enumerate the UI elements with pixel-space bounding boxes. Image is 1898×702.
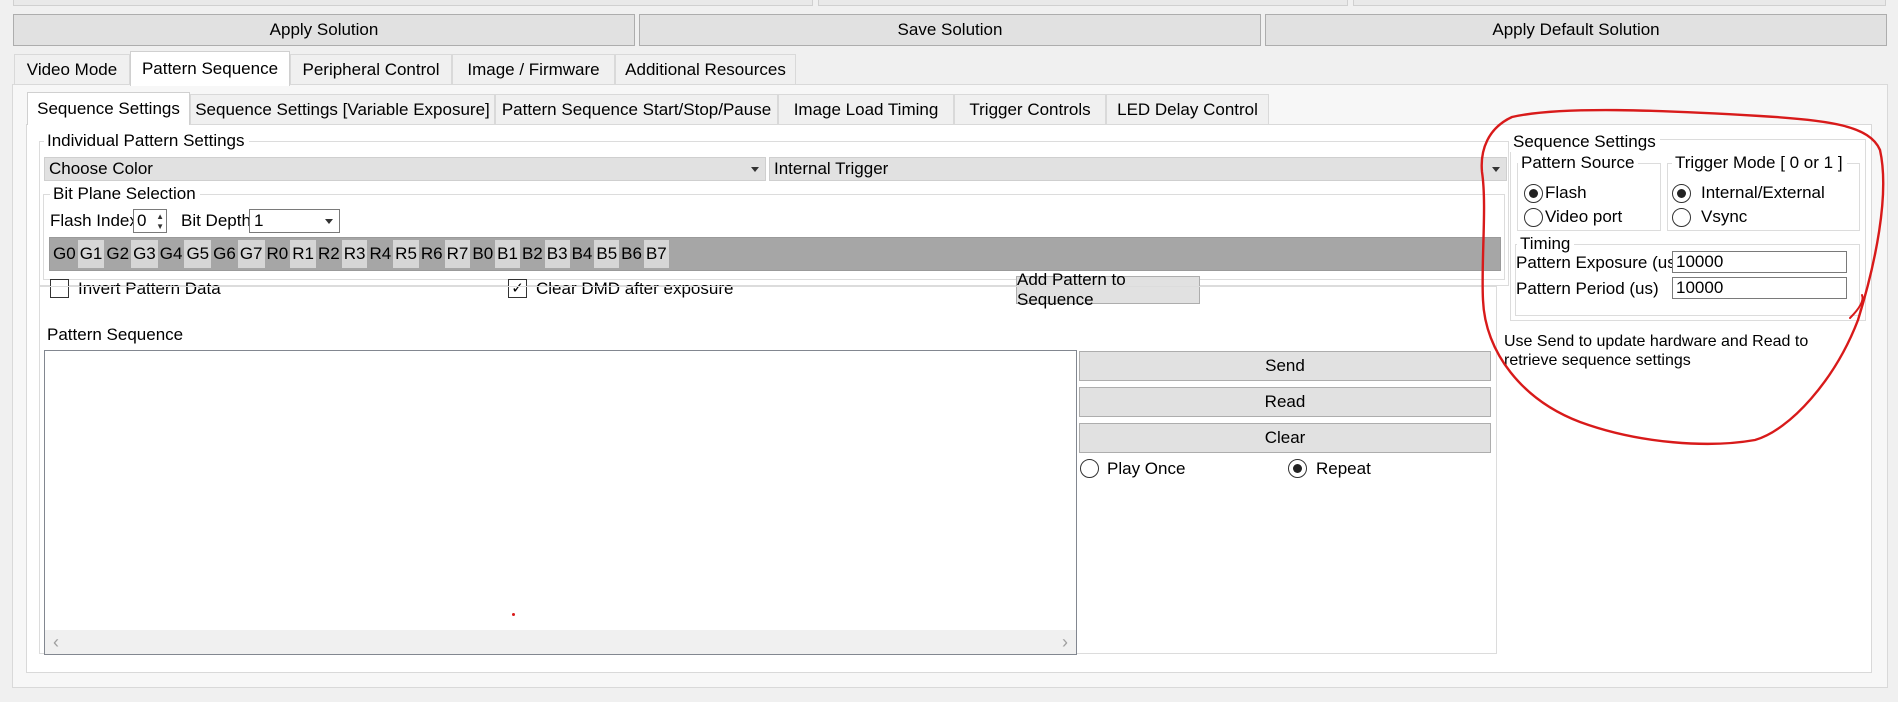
trigger-select-value: Internal Trigger	[774, 159, 889, 178]
spinner-up-icon[interactable]: ▲	[156, 212, 164, 221]
source-video-label: Video port	[1545, 207, 1623, 226]
individual-pattern-settings-label: Individual Pattern Settings	[44, 131, 249, 151]
chevron-down-icon	[1492, 167, 1500, 172]
pattern-period-value: 10000	[1676, 278, 1724, 297]
sequence-settings-panel: Individual Pattern Settings Choose Color…	[26, 124, 1872, 673]
timing-label: Timing	[1517, 234, 1575, 254]
pattern-period-input[interactable]: 10000	[1672, 277, 1847, 299]
bit-depth-value: 1	[254, 211, 264, 230]
help-text-line1: Use Send to update hardware and Read to	[1504, 333, 1809, 350]
read-button[interactable]: Read	[1079, 387, 1491, 417]
pattern-exposure-label: Pattern Exposure (us)	[1516, 253, 1682, 272]
help-text-line2: retrieve sequence settings	[1504, 352, 1691, 369]
bitplane-r6[interactable]: R6	[418, 240, 445, 268]
tab-video-mode[interactable]: Video Mode	[14, 54, 130, 84]
flash-index-label: Flash Index	[50, 211, 138, 230]
chevron-down-icon	[751, 167, 759, 172]
pattern-exposure-input[interactable]: 10000	[1672, 251, 1847, 273]
trigger-vsync-label: Vsync	[1701, 207, 1748, 226]
bitplane-b3[interactable]: B3	[544, 240, 570, 268]
horizontal-scrollbar[interactable]: ‹ ›	[45, 630, 1076, 654]
subtab-variable-exposure[interactable]: Sequence Settings [Variable Exposure]	[190, 94, 495, 124]
choose-color-value: Choose Color	[49, 159, 153, 178]
red-dot-mark	[512, 613, 515, 616]
tab-pattern-sequence[interactable]: Pattern Sequence	[130, 51, 290, 86]
choose-color-select[interactable]: Choose Color	[44, 157, 766, 181]
apply-solution-button[interactable]: Apply Solution	[13, 14, 635, 46]
pattern-exposure-value: 10000	[1676, 252, 1724, 271]
apply-default-solution-button[interactable]: Apply Default Solution	[1265, 14, 1887, 46]
bitplane-r7[interactable]: R7	[444, 240, 471, 268]
bit-plane-selection-label: Bit Plane Selection	[50, 184, 200, 204]
bitplane-g4[interactable]: G4	[157, 240, 185, 268]
bit-depth-label: Bit Depth	[181, 211, 251, 230]
top-strip-right	[1353, 0, 1886, 6]
tab-additional-resources[interactable]: Additional Resources	[615, 54, 796, 84]
trigger-internal-label: Internal/External	[1701, 183, 1825, 202]
source-video-radio[interactable]	[1524, 208, 1543, 227]
trigger-mode-label: Trigger Mode [ 0 or 1 ]	[1672, 153, 1847, 173]
save-solution-button[interactable]: Save Solution	[639, 14, 1261, 46]
bitplane-b4[interactable]: B4	[569, 240, 595, 268]
bitplane-r5[interactable]: R5	[393, 240, 419, 268]
bitplane-g1[interactable]: G1	[77, 240, 105, 268]
scroll-right-icon[interactable]: ›	[1062, 631, 1068, 653]
bitplane-g3[interactable]: G3	[131, 240, 158, 268]
chevron-down-icon	[325, 219, 333, 224]
subtab-sequence-settings[interactable]: Sequence Settings	[27, 92, 190, 125]
flash-index-spinner[interactable]: 0 ▲ ▼	[133, 209, 167, 233]
bitplane-b1[interactable]: B1	[495, 240, 520, 268]
repeat-radio[interactable]	[1288, 459, 1307, 478]
source-flash-label: Flash	[1545, 183, 1587, 202]
bitplane-r2[interactable]: R2	[315, 240, 342, 268]
repeat-label: Repeat	[1316, 459, 1371, 478]
bit-depth-select[interactable]: 1	[249, 209, 340, 233]
pattern-sequence-list[interactable]: ‹ ›	[44, 350, 1077, 655]
bitplane-b6[interactable]: B6	[619, 240, 644, 268]
clear-button[interactable]: Clear	[1079, 423, 1491, 453]
top-strip-left	[13, 0, 813, 6]
bitplane-r3[interactable]: R3	[341, 240, 368, 268]
bitplane-b5[interactable]: B5	[594, 240, 620, 268]
pattern-source-label: Pattern Source	[1518, 153, 1639, 173]
bitplane-r4[interactable]: R4	[367, 240, 394, 268]
bitplane-b7[interactable]: B7	[643, 240, 669, 268]
subtab-start-stop-pause[interactable]: Pattern Sequence Start/Stop/Pause	[495, 94, 778, 124]
tab-image-firmware[interactable]: Image / Firmware	[452, 54, 615, 84]
bitplane-g6[interactable]: G6	[211, 240, 238, 268]
send-button[interactable]: Send	[1079, 351, 1491, 381]
flash-index-value: 0	[137, 211, 147, 230]
subtab-image-load-timing[interactable]: Image Load Timing	[778, 94, 954, 124]
bit-plane-buttons: G0 G1 G2 G3 G4 G5 G6 G7 R0 R1 R2 R3 R4 R…	[51, 240, 669, 268]
tab-peripheral-control[interactable]: Peripheral Control	[290, 54, 452, 84]
spinner-down-icon[interactable]: ▼	[156, 222, 164, 231]
subtab-trigger-controls[interactable]: Trigger Controls	[954, 94, 1106, 124]
play-once-label: Play Once	[1107, 459, 1186, 478]
bitplane-g2[interactable]: G2	[104, 240, 132, 268]
bitplane-b2[interactable]: B2	[519, 240, 545, 268]
source-flash-radio[interactable]	[1524, 184, 1543, 203]
trigger-select[interactable]: Internal Trigger	[769, 157, 1507, 181]
trigger-vsync-radio[interactable]	[1672, 208, 1691, 227]
trigger-internal-radio[interactable]	[1672, 184, 1691, 203]
bitplane-r0[interactable]: R0	[264, 240, 291, 268]
bitplane-g0[interactable]: G0	[51, 240, 78, 268]
bitplane-b0[interactable]: B0	[470, 240, 496, 268]
pattern-sequence-label: Pattern Sequence	[44, 325, 188, 345]
bitplane-g7[interactable]: G7	[237, 240, 265, 268]
pattern-period-label: Pattern Period (us)	[1516, 279, 1659, 298]
bitplane-g5[interactable]: G5	[184, 240, 212, 268]
bitplane-r1[interactable]: R1	[290, 240, 316, 268]
subtab-led-delay-control[interactable]: LED Delay Control	[1106, 94, 1269, 124]
play-once-radio[interactable]	[1080, 459, 1099, 478]
scroll-left-icon[interactable]: ‹	[53, 631, 59, 653]
top-strip-mid	[818, 0, 1348, 6]
sequence-settings-label: Sequence Settings	[1510, 132, 1660, 152]
